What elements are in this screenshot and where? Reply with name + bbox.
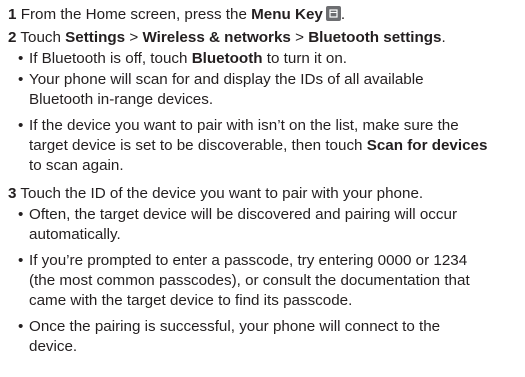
bluetooth-label: Bluetooth xyxy=(191,50,263,67)
path-separator: > xyxy=(129,29,139,46)
path-separator: > xyxy=(295,29,304,46)
bullet-dot: • xyxy=(18,50,24,67)
bullet-text: Once the pairing is successful, your pho… xyxy=(29,318,441,335)
step-text-end: . xyxy=(441,29,446,46)
bullet-text: to turn it on. xyxy=(266,50,347,67)
bullet-item: • Your phone will scan for and display t… xyxy=(8,70,521,110)
bullet-dot: • xyxy=(18,117,24,134)
menu-key-label: Menu Key xyxy=(251,6,323,23)
step-number: 1 xyxy=(8,6,17,23)
step-number: 3 xyxy=(8,185,17,202)
bullet-text: target device is set to be discoverable,… xyxy=(29,137,363,154)
step-2-bullets: • If Bluetooth is off, touch Bluetooth t… xyxy=(8,49,521,176)
bullet-item: • Often, the target device will be disco… xyxy=(8,205,521,245)
bullet-text: Bluetooth in-range devices. xyxy=(29,91,214,108)
bullet-text: Your phone will scan for and display the… xyxy=(29,71,424,88)
bullet-text: If the device you want to pair with isn’… xyxy=(29,117,459,134)
bluetooth-settings-label: Bluetooth settings xyxy=(308,29,442,46)
bullet-text: to scan again. xyxy=(29,157,124,174)
menu-key-icon xyxy=(325,6,341,21)
bullet-dot: • xyxy=(18,206,24,223)
step-3: 3 Touch the ID of the device you want to… xyxy=(8,182,521,205)
step-text: Touch xyxy=(20,29,61,46)
step-number: 2 xyxy=(8,29,17,46)
step-2: 2 Touch Settings > Wireless & networks >… xyxy=(8,26,521,49)
step-3-bullets: • Often, the target device will be disco… xyxy=(8,205,521,357)
bullet-item: • If the device you want to pair with is… xyxy=(8,116,521,176)
bullet-text: If you’re prompted to enter a passcode, … xyxy=(29,252,468,269)
bullet-item: • If you’re prompted to enter a passcode… xyxy=(8,251,521,311)
bullet-text: automatically. xyxy=(29,226,121,243)
bullet-dot: • xyxy=(18,252,24,269)
step-text-end: . xyxy=(340,6,346,23)
bullet-dot: • xyxy=(18,71,24,88)
step-text: Touch the ID of the device you want to p… xyxy=(20,185,424,202)
scan-for-devices-label: Scan for devices xyxy=(366,137,488,154)
wireless-networks-label: Wireless & networks xyxy=(142,29,291,46)
bullet-text: Often, the target device will be discove… xyxy=(29,206,458,223)
step-1: 1 From the Home screen, press the Menu K… xyxy=(8,3,521,26)
settings-label: Settings xyxy=(65,29,126,46)
bullet-text: (the most common passcodes), or consult … xyxy=(29,272,470,289)
instruction-page: 1 From the Home screen, press the Menu K… xyxy=(0,0,525,377)
bullet-text: If Bluetooth is off, touch xyxy=(29,50,188,67)
bullet-item: • Once the pairing is successful, your p… xyxy=(8,317,521,357)
bullet-text: came with the target device to find its … xyxy=(29,292,353,309)
bullet-item: • If Bluetooth is off, touch Bluetooth t… xyxy=(8,49,521,69)
bullet-dot: • xyxy=(18,318,24,335)
bullet-text: device. xyxy=(29,338,78,355)
step-text: From the Home screen, press the xyxy=(20,6,247,23)
